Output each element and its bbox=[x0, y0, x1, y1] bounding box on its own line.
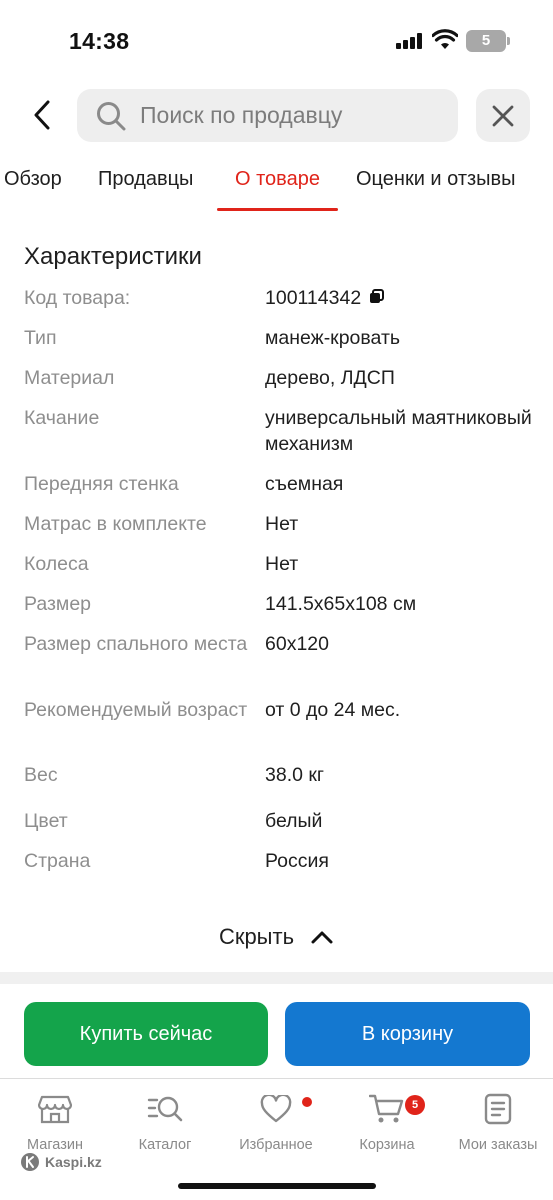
kaspi-logo-icon bbox=[21, 1153, 39, 1171]
spec-label: Страна bbox=[24, 850, 91, 872]
spec-value: дерево, ЛДСП bbox=[265, 367, 395, 389]
search-bar[interactable] bbox=[77, 89, 458, 142]
spec-label: Колеса bbox=[24, 553, 89, 575]
tab-overview[interactable]: Обзор bbox=[4, 168, 62, 191]
kaspi-logo-text: Kaspi.kz bbox=[45, 1154, 102, 1170]
spec-label: Материал bbox=[24, 367, 115, 389]
spec-value: Россия bbox=[265, 850, 329, 872]
active-tab-indicator bbox=[217, 208, 338, 211]
add-to-cart-button[interactable]: В корзину bbox=[285, 1002, 530, 1066]
cellular-signal-icon bbox=[396, 33, 424, 49]
section-divider bbox=[0, 972, 553, 984]
spec-value: Нет bbox=[265, 513, 299, 535]
status-time: 14:38 bbox=[69, 28, 130, 54]
nav-label: Магазин bbox=[27, 1137, 83, 1153]
spec-label: Матрас в комплекте bbox=[24, 513, 207, 535]
chevron-up-icon bbox=[311, 931, 333, 944]
hide-label: Скрыть bbox=[218, 924, 295, 949]
spec-label: Тип bbox=[24, 327, 57, 349]
hide-specs-button[interactable]: Скрыть bbox=[0, 915, 553, 959]
spec-value: 100114342 bbox=[265, 285, 535, 311]
spec-value: манеж-кровать bbox=[265, 327, 401, 349]
kaspi-logo: Kaspi.kz bbox=[20, 1152, 102, 1172]
spec-value: универсальный маятниковый механизм bbox=[265, 407, 532, 455]
nav-favorites[interactable]: Избранное bbox=[221, 1091, 331, 1153]
chevron-left-icon bbox=[34, 100, 50, 130]
close-search-button[interactable] bbox=[476, 89, 530, 142]
battery-indicator: 5 bbox=[466, 30, 506, 52]
nav-label: Избранное bbox=[239, 1137, 313, 1153]
tab-reviews[interactable]: Оценки и отзывы bbox=[356, 168, 516, 191]
orders-icon bbox=[484, 1093, 512, 1125]
store-icon bbox=[38, 1095, 72, 1124]
specs-title: Характеристики bbox=[24, 243, 202, 270]
spec-label: Цвет bbox=[24, 810, 68, 832]
spec-label: Передняя стенка bbox=[24, 473, 179, 495]
spec-value: от 0 до 24 мес. bbox=[265, 699, 401, 721]
product-code: 100114342 bbox=[265, 287, 362, 309]
spec-value: белый bbox=[265, 810, 323, 832]
cart-icon bbox=[369, 1094, 404, 1123]
nav-label: Корзина bbox=[359, 1137, 415, 1153]
search-icon bbox=[97, 102, 126, 131]
product-tabs: Обзор Продавцы О товаре Оценки и отзывы bbox=[0, 160, 553, 212]
tab-about-product[interactable]: О товаре bbox=[235, 168, 320, 191]
spec-value: 141.5x65x108 см bbox=[265, 593, 417, 615]
heart-icon bbox=[260, 1095, 292, 1123]
nav-cart[interactable]: 5 Корзина bbox=[332, 1091, 442, 1153]
spec-label: Рекомендуемый возраст bbox=[24, 699, 248, 721]
search-input[interactable] bbox=[140, 89, 440, 142]
spec-label: Качание bbox=[24, 407, 100, 429]
nav-orders[interactable]: Мои заказы bbox=[443, 1091, 553, 1153]
spec-label: Размер bbox=[24, 593, 92, 615]
battery-tip bbox=[507, 37, 510, 45]
favorites-notification-dot bbox=[302, 1097, 312, 1107]
spec-value: 60x120 bbox=[265, 633, 329, 655]
nav-catalog[interactable]: Каталог bbox=[110, 1091, 220, 1153]
tab-sellers[interactable]: Продавцы bbox=[98, 168, 193, 191]
copy-icon[interactable] bbox=[369, 289, 385, 304]
buy-now-button[interactable]: Купить сейчас bbox=[24, 1002, 268, 1066]
wifi-icon bbox=[432, 29, 458, 49]
home-indicator bbox=[178, 1183, 376, 1189]
bottom-navigation: Магазин Каталог Избранное 5 Корзина Мои … bbox=[0, 1078, 553, 1200]
status-bar: 14:38 5 bbox=[0, 0, 553, 80]
spec-label: Код товара: bbox=[24, 287, 131, 309]
nav-label: Мои заказы bbox=[458, 1137, 538, 1153]
spec-value: Нет bbox=[265, 553, 299, 575]
nav-label: Каталог bbox=[138, 1137, 192, 1153]
spec-value: съемная bbox=[265, 473, 344, 495]
close-icon bbox=[492, 105, 514, 126]
nav-store[interactable]: Магазин bbox=[0, 1091, 110, 1153]
spec-label: Размер спального места bbox=[24, 633, 248, 655]
back-button[interactable] bbox=[24, 93, 60, 137]
spec-value: 38.0 кг bbox=[265, 764, 325, 786]
cart-count-badge: 5 bbox=[405, 1095, 425, 1115]
catalog-search-icon bbox=[147, 1096, 183, 1122]
spec-label: Вес bbox=[24, 764, 58, 786]
